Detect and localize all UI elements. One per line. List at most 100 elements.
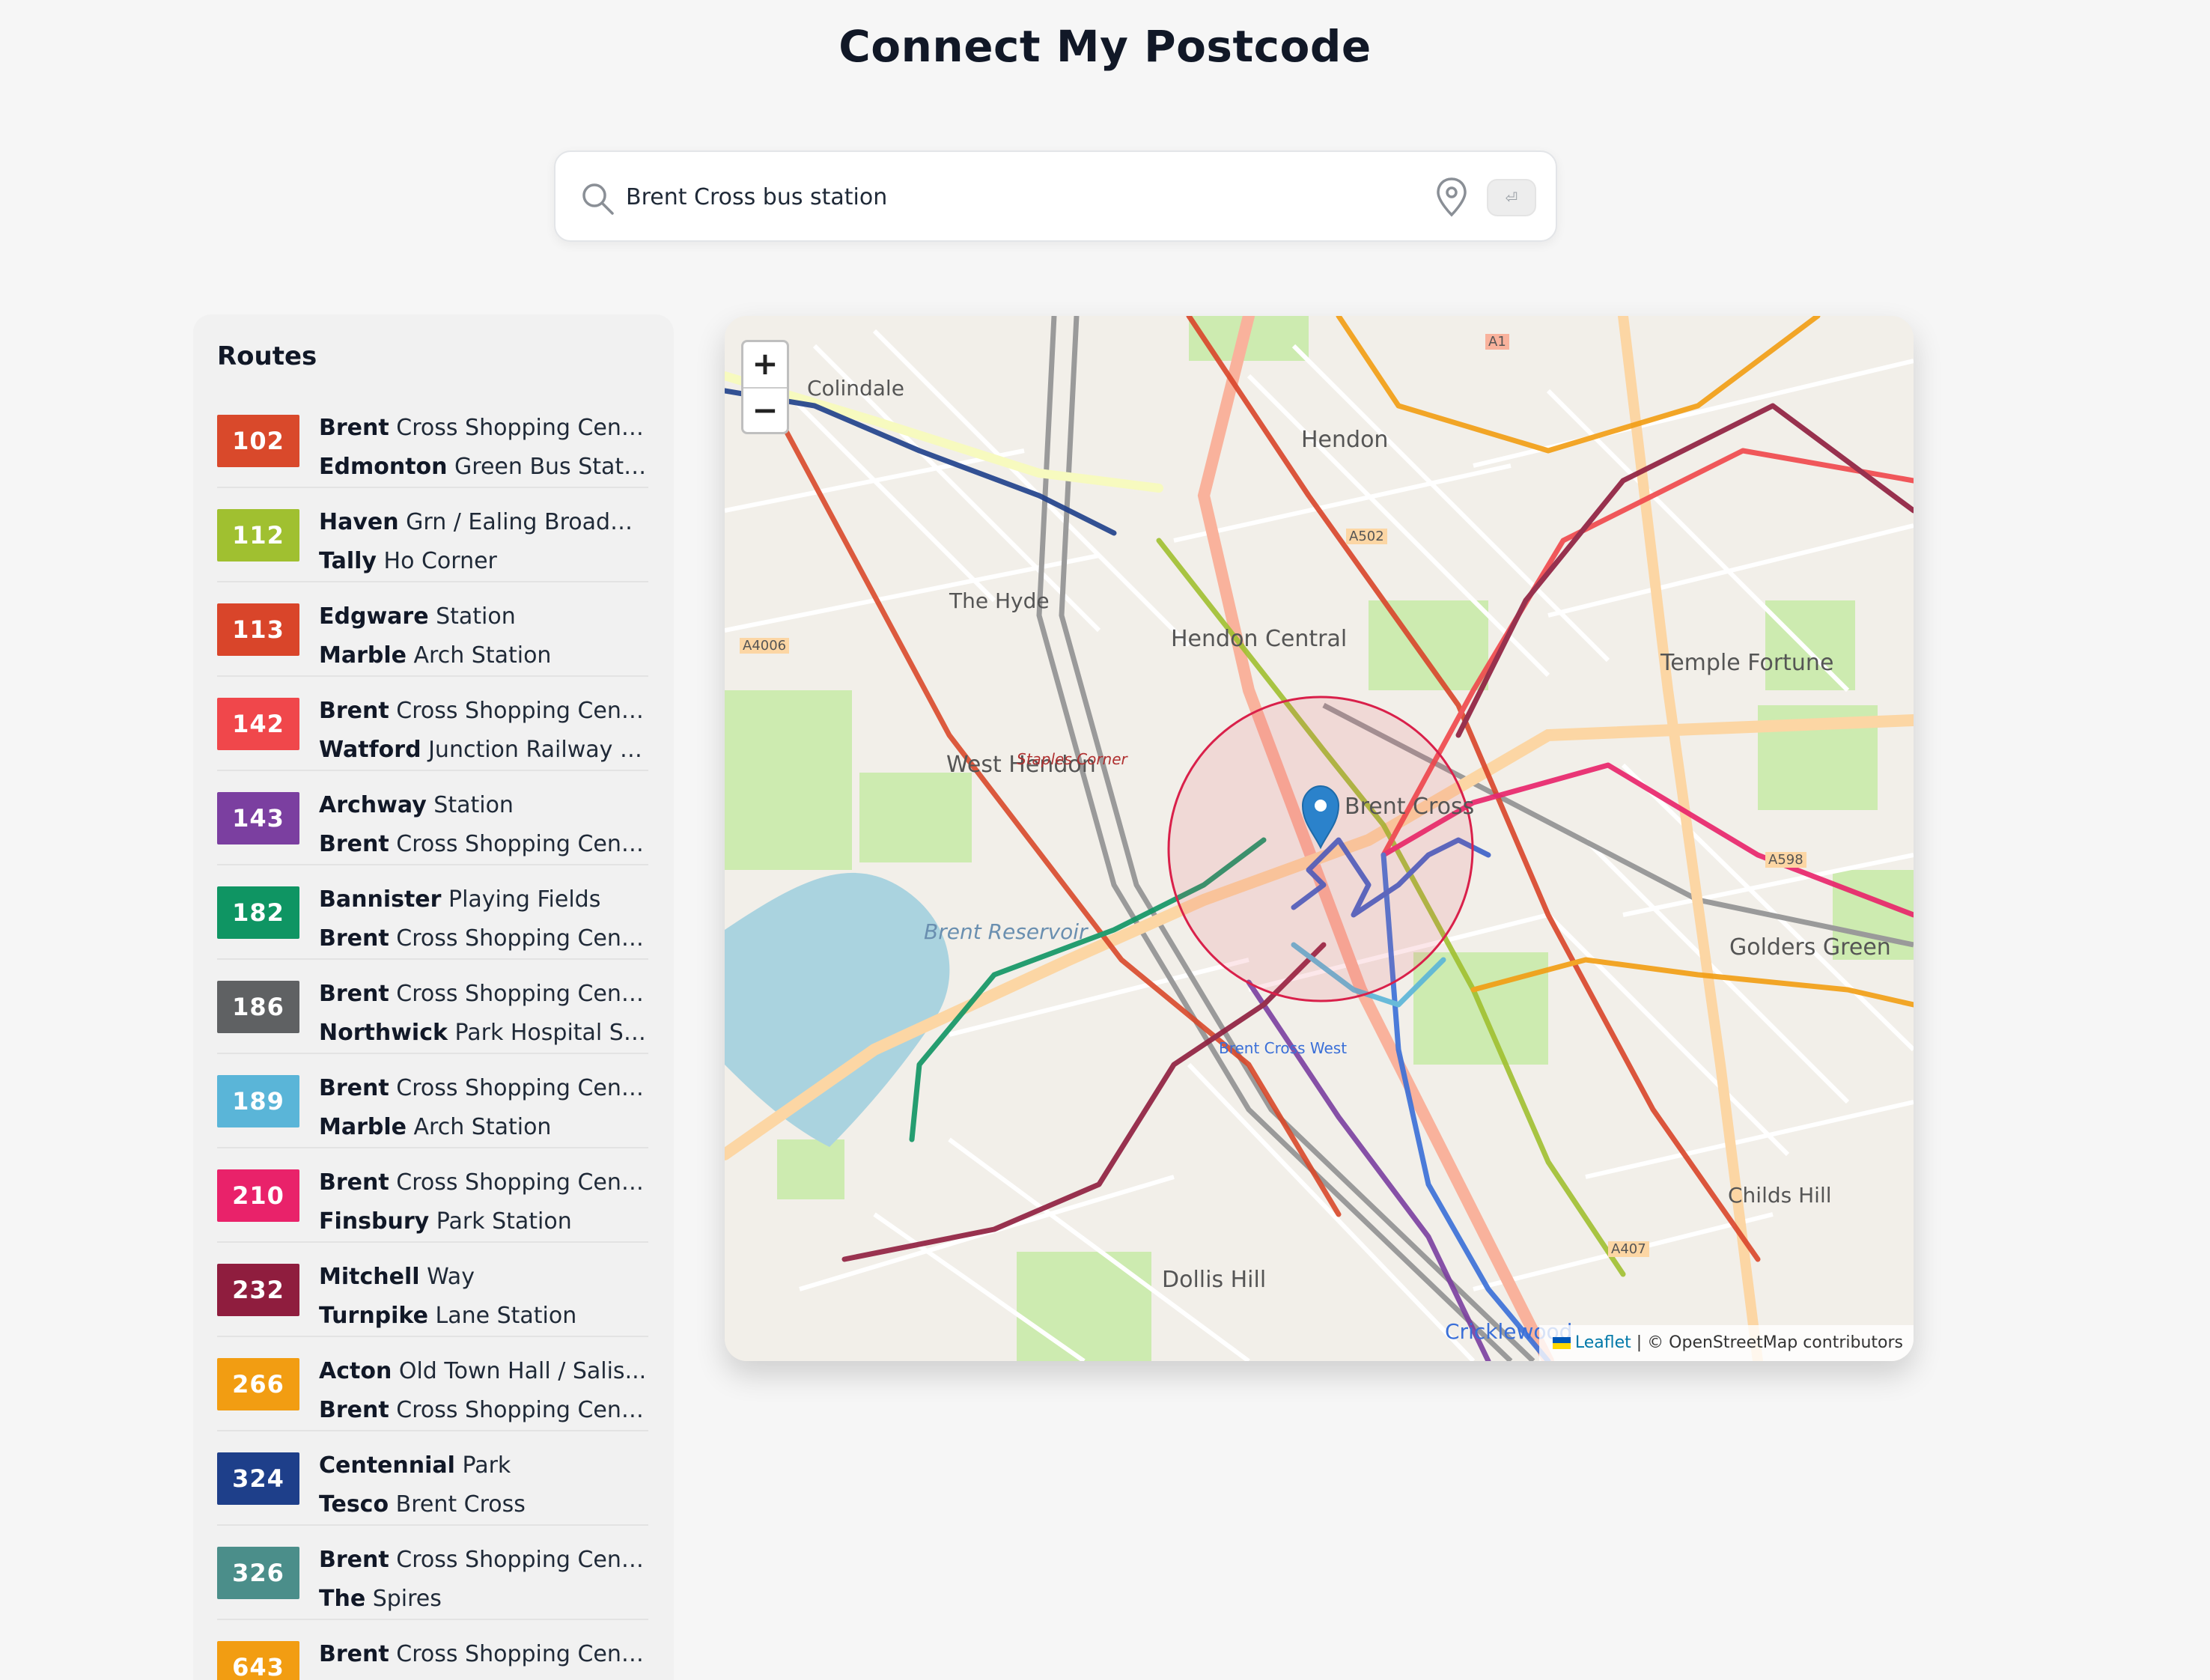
route-row[interactable]: 266 Acton Old Town Hall / Salis... Brent C… xyxy=(217,1337,648,1431)
route-origin-bold: Brent xyxy=(319,1075,389,1101)
map-label-golders-green: Golders Green xyxy=(1729,934,1891,961)
route-origin: Brent Cross Shopping Centre xyxy=(319,692,648,731)
route-origin-bold: Haven xyxy=(319,509,399,535)
route-destination-rest: Cross Shopping Centre xyxy=(389,925,648,952)
route-row[interactable]: 326 Brent Cross Shopping Centre The Spires xyxy=(217,1526,648,1620)
map-label-childs-hill: Childs Hill xyxy=(1728,1183,1832,1208)
app-root: Connect My Postcode ⏎ Routes 102 Brent Cr… xyxy=(0,0,2210,1680)
route-destination: The Spires xyxy=(319,1580,648,1619)
route-badge: 113 xyxy=(217,603,299,656)
route-destination-bold: Finsbury xyxy=(319,1208,430,1235)
map-label-colindale: Colindale xyxy=(807,376,904,401)
route-origin: Centennial Park xyxy=(319,1446,648,1485)
route-origin-bold: Centennial xyxy=(319,1452,455,1479)
zoom-in-button[interactable]: + xyxy=(743,342,787,387)
route-badge: 112 xyxy=(217,509,299,561)
routes-sidebar: Routes 102 Brent Cross Shopping Centre Edm… xyxy=(193,314,674,1680)
route-origin: Brent Cross Shopping Centre xyxy=(319,1163,648,1202)
map-label-hendon: Hendon xyxy=(1301,427,1389,453)
map-label-temple-fortune: Temple Fortune xyxy=(1660,650,1834,676)
route-destination: Northwick Park Hospital So... xyxy=(319,1014,648,1053)
location-pin-icon[interactable] xyxy=(1433,176,1470,219)
map-label-a4006: A4006 xyxy=(740,638,790,654)
route-destination-bold: The xyxy=(319,1586,366,1612)
route-destination-bold: Tesco xyxy=(319,1491,389,1518)
map-attribution: Leaflet | © OpenStreetMap contributors xyxy=(1538,1325,1914,1361)
route-origin-bold: Archway xyxy=(319,792,427,818)
route-text: Brent Cross Shopping Centre xyxy=(319,1635,648,1674)
route-row[interactable]: 643 Brent Cross Shopping Centre xyxy=(217,1620,648,1680)
search-icon xyxy=(582,183,614,215)
route-row[interactable]: 210 Brent Cross Shopping Centre Finsbury P… xyxy=(217,1148,648,1243)
map-label-a1: A1 xyxy=(1485,334,1509,350)
route-destination-rest: Cross Shopping Centre xyxy=(389,831,648,857)
route-text: Archway Station Brent Cross Shopping Cent… xyxy=(319,786,648,864)
route-text: Edgware Station Marble Arch Station xyxy=(319,597,648,675)
route-destination: Tesco Brent Cross xyxy=(319,1485,648,1524)
route-origin-rest: Cross Shopping Centre xyxy=(389,698,648,724)
route-origin: Haven Grn / Ealing Broadwa... xyxy=(319,503,648,542)
route-text: Brent Cross Shopping Centre The Spires xyxy=(319,1541,648,1619)
route-destination-bold: Brent xyxy=(319,1397,389,1423)
zoom-control: + − xyxy=(741,340,789,434)
route-origin: Archway Station xyxy=(319,786,648,825)
route-destination: Turnpike Lane Station xyxy=(319,1297,648,1336)
route-row[interactable]: 232 Mitchell Way Turnpike Lane Station xyxy=(217,1243,648,1337)
route-row[interactable]: 113 Edgware Station Marble Arch Station xyxy=(217,582,648,677)
enter-button[interactable]: ⏎ xyxy=(1487,179,1536,216)
route-origin-rest: Playing Fields xyxy=(441,886,601,913)
route-destination-bold: Turnpike xyxy=(319,1303,428,1329)
route-destination: Marble Arch Station xyxy=(319,1108,648,1147)
map[interactable]: Colindale Hendon Hendon Central The Hyde… xyxy=(725,316,1914,1361)
route-origin-rest: Cross Shopping Centre xyxy=(389,415,648,441)
route-destination-rest: Park Station xyxy=(429,1208,572,1235)
route-origin-bold: Acton xyxy=(319,1358,392,1384)
route-destination-rest: Spires xyxy=(365,1586,442,1612)
route-text: Bannister Playing Fields Brent Cross Shop… xyxy=(319,880,648,958)
route-destination-bold: Watford xyxy=(319,737,421,763)
route-origin: Mitchell Way xyxy=(319,1258,648,1297)
route-row[interactable]: 102 Brent Cross Shopping Centre Edmonton G… xyxy=(217,394,648,488)
map-label-staples-corner: Staples Corner xyxy=(1017,750,1127,768)
osm-attribution: | © OpenStreetMap contributors xyxy=(1631,1333,1903,1352)
route-row[interactable]: 182 Bannister Playing Fields Brent Cross S… xyxy=(217,865,648,960)
route-destination-rest: Junction Railway S... xyxy=(421,737,648,763)
route-badge: 186 xyxy=(217,981,299,1033)
route-badge: 189 xyxy=(217,1075,299,1127)
route-destination: Watford Junction Railway S... xyxy=(319,731,648,770)
route-destination: Finsbury Park Station xyxy=(319,1202,648,1241)
route-row[interactable]: 143 Archway Station Brent Cross Shopping C… xyxy=(217,771,648,865)
route-destination-rest: Park Hospital So... xyxy=(447,1020,648,1046)
route-text: Mitchell Way Turnpike Lane Station xyxy=(319,1258,648,1336)
route-row[interactable]: 186 Brent Cross Shopping Centre Northwick … xyxy=(217,960,648,1054)
route-badge: 266 xyxy=(217,1358,299,1410)
route-badge: 210 xyxy=(217,1169,299,1222)
route-origin-rest: Old Town Hall / Salis... xyxy=(392,1358,647,1384)
map-label-brent-cross: Brent Cross xyxy=(1345,794,1475,820)
map-label-a598: A598 xyxy=(1765,852,1806,868)
route-origin: Acton Old Town Hall / Salis... xyxy=(319,1352,648,1391)
route-origin-bold: Brent xyxy=(319,415,389,441)
route-origin: Brent Cross Shopping Centre xyxy=(319,975,648,1014)
route-row[interactable]: 324 Centennial Park Tesco Brent Cross xyxy=(217,1431,648,1526)
route-destination-bold: Brent xyxy=(319,925,389,952)
leaflet-link[interactable]: Leaflet xyxy=(1575,1333,1631,1352)
route-badge: 182 xyxy=(217,886,299,939)
route-origin-bold: Edgware xyxy=(319,603,429,630)
route-destination-rest: Cross Shopping Centre xyxy=(389,1397,648,1423)
route-destination: Brent Cross Shopping Centre xyxy=(319,919,648,958)
route-destination-bold: Edmonton xyxy=(319,454,448,480)
route-text: Centennial Park Tesco Brent Cross xyxy=(319,1446,648,1524)
route-destination: Brent Cross Shopping Centre xyxy=(319,1391,648,1430)
route-destination-bold: Marble xyxy=(319,1114,407,1140)
map-label-a502: A502 xyxy=(1346,529,1387,544)
search-input[interactable] xyxy=(626,174,1375,219)
route-row[interactable]: 112 Haven Grn / Ealing Broadwa... Tally Ho… xyxy=(217,488,648,582)
zoom-out-button[interactable]: − xyxy=(743,387,787,432)
route-origin-bold: Brent xyxy=(319,981,389,1007)
route-row[interactable]: 142 Brent Cross Shopping Centre Watford Ju… xyxy=(217,677,648,771)
route-row[interactable]: 189 Brent Cross Shopping Centre Marble Arc… xyxy=(217,1054,648,1148)
route-origin-bold: Mitchell xyxy=(319,1264,420,1290)
route-destination: Marble Arch Station xyxy=(319,636,648,675)
route-text: Brent Cross Shopping Centre Watford Junct… xyxy=(319,692,648,770)
